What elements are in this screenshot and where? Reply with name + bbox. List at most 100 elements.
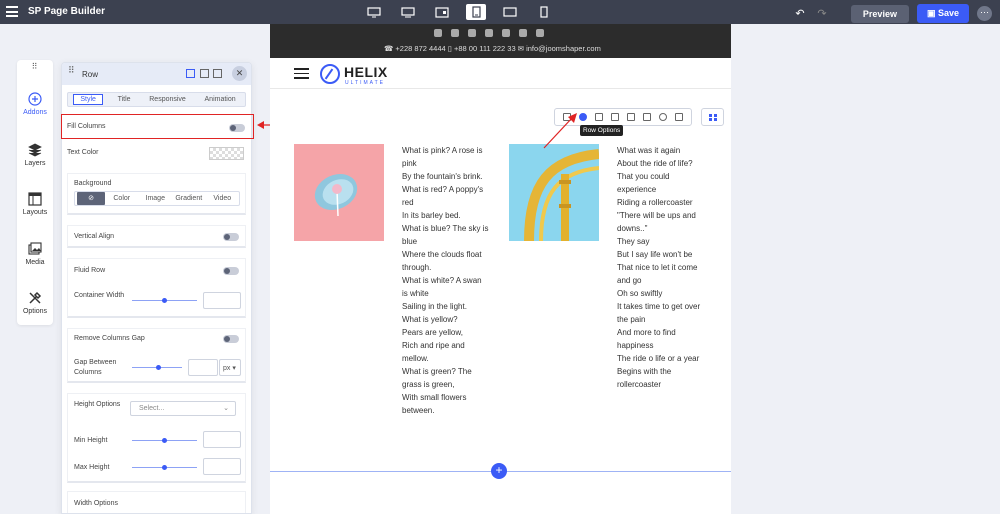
width-options-label: Width Options bbox=[74, 500, 118, 507]
max-height-knob[interactable] bbox=[162, 465, 167, 470]
site-logo-subtitle: ULTIMATE bbox=[345, 80, 385, 86]
text-color-picker[interactable] bbox=[209, 147, 244, 160]
sidebar-label-options: Options bbox=[22, 308, 48, 315]
panel-title: Row bbox=[82, 70, 99, 79]
lollipop-picture bbox=[314, 174, 358, 217]
youtube-icon[interactable] bbox=[485, 29, 493, 37]
site-menu-icon[interactable] bbox=[294, 68, 309, 79]
trash-icon[interactable] bbox=[675, 113, 683, 121]
panel-tabs: Style Title Responsive Animation bbox=[67, 92, 246, 107]
sidebar-item-options[interactable]: Options bbox=[17, 291, 53, 315]
gap-knob[interactable] bbox=[156, 365, 161, 370]
device-switcher bbox=[364, 4, 554, 20]
tab-style[interactable]: Style bbox=[73, 94, 103, 105]
height-options-label: Height Options bbox=[74, 401, 121, 408]
bg-image-option[interactable]: Image bbox=[139, 195, 173, 202]
addon-sidebar: ⠿ Addons Layers Layouts Media Options bbox=[17, 60, 53, 325]
bg-video-option[interactable]: Video bbox=[206, 195, 240, 202]
poem-pink: What is pink? A rose is pink By the foun… bbox=[402, 146, 489, 415]
gap-input[interactable] bbox=[188, 359, 218, 376]
container-width-knob[interactable] bbox=[162, 298, 167, 303]
tablet-landscape-icon[interactable] bbox=[500, 4, 520, 20]
fluid-row-toggle[interactable] bbox=[223, 267, 239, 275]
vertical-align-card: Vertical Align bbox=[67, 225, 246, 248]
sidebar-label-layouts: Layouts bbox=[22, 209, 48, 216]
min-height-input[interactable] bbox=[203, 431, 241, 448]
gap-unit-select[interactable]: px ▾ bbox=[219, 359, 241, 376]
max-height-input[interactable] bbox=[203, 458, 241, 475]
duplicate-icon[interactable] bbox=[611, 113, 619, 121]
top-actions: ↶ ↷ Preview ▣ Save ⋯ bbox=[793, 4, 992, 23]
hamburger-menu-icon[interactable] bbox=[6, 6, 18, 17]
sidebar-item-layouts[interactable]: Layouts bbox=[17, 192, 53, 216]
save-button[interactable]: ▣ Save bbox=[916, 4, 969, 23]
gear-icon[interactable] bbox=[579, 113, 587, 121]
height-options-select[interactable]: Select... ⌄ bbox=[130, 401, 236, 416]
visibility-icon[interactable] bbox=[659, 113, 667, 121]
tab-title[interactable]: Title bbox=[114, 94, 135, 105]
min-height-label: Min Height bbox=[74, 437, 108, 444]
background-type-selector: ⊘ Color Image Gradient Video bbox=[74, 191, 240, 206]
rollercoaster-image[interactable] bbox=[509, 144, 599, 241]
tab-animation[interactable]: Animation bbox=[201, 94, 240, 105]
bg-gradient-option[interactable]: Gradient bbox=[172, 195, 206, 202]
pinterest-icon[interactable] bbox=[468, 29, 476, 37]
container-width-input[interactable] bbox=[203, 292, 241, 309]
fill-columns-highlight bbox=[61, 114, 254, 139]
bg-none-option[interactable]: ⊘ bbox=[77, 192, 105, 205]
remove-gap-toggle[interactable] bbox=[223, 335, 239, 343]
height-options-value: Select... bbox=[139, 405, 165, 412]
instagram-icon[interactable] bbox=[519, 29, 527, 37]
gap-unit-value: px bbox=[223, 365, 231, 372]
container-width-label: Container Width bbox=[74, 292, 125, 299]
layout-full-icon[interactable] bbox=[186, 69, 195, 78]
fluid-row-card: Fluid Row Container Width bbox=[67, 258, 246, 318]
height-options-card: Height Options Select... ⌄ Min Height Max… bbox=[67, 393, 246, 483]
page-canvas: ☎ +228 872 4444 ▯ +88 00 111 222 33 ✉ in… bbox=[270, 24, 731, 514]
undo-icon[interactable]: ↶ bbox=[793, 7, 807, 20]
tab-responsive[interactable]: Responsive bbox=[145, 94, 190, 105]
desktop-large-icon[interactable] bbox=[364, 4, 384, 20]
layout-left-icon[interactable] bbox=[200, 69, 209, 78]
sidebar-item-addons[interactable]: Addons bbox=[17, 92, 53, 116]
mobile-icon[interactable] bbox=[534, 4, 554, 20]
sidebar-label-layers: Layers bbox=[24, 160, 46, 167]
paste-icon[interactable] bbox=[643, 113, 651, 121]
sidebar-item-media[interactable]: Media bbox=[17, 242, 53, 266]
linkedin-icon[interactable] bbox=[502, 29, 510, 37]
desktop-icon[interactable] bbox=[398, 4, 418, 20]
close-icon[interactable]: ✕ bbox=[232, 66, 247, 81]
helix-logo-icon bbox=[320, 64, 340, 84]
flickr-icon[interactable] bbox=[536, 29, 544, 37]
redo-icon[interactable]: ↷ bbox=[815, 7, 829, 20]
site-topbar: ☎ +228 872 4444 ▯ +88 00 111 222 33 ✉ in… bbox=[270, 24, 731, 58]
panel-header: ⠿ Row ✕ bbox=[62, 63, 251, 85]
copy-icon[interactable] bbox=[627, 113, 635, 121]
save-row-icon[interactable] bbox=[595, 113, 603, 121]
max-height-label: Max Height bbox=[74, 464, 110, 471]
laptop-icon[interactable] bbox=[432, 4, 452, 20]
row-options-tooltip: Row Options bbox=[580, 125, 624, 136]
tablet-icon[interactable] bbox=[466, 4, 486, 20]
site-logo-text: HELIX bbox=[344, 64, 388, 80]
layout-icon bbox=[28, 192, 42, 206]
facebook-icon[interactable] bbox=[434, 29, 442, 37]
drag-handle-icon[interactable]: ⠿ bbox=[17, 62, 53, 71]
bg-color-option[interactable]: Color bbox=[105, 195, 139, 202]
preview-button[interactable]: Preview bbox=[850, 4, 909, 23]
annotation-arrow-up-icon bbox=[543, 113, 577, 149]
sidebar-item-layers[interactable]: Layers bbox=[17, 143, 53, 167]
more-options-button[interactable]: ⋯ bbox=[977, 6, 992, 21]
vertical-align-toggle[interactable] bbox=[223, 233, 239, 241]
tools-icon bbox=[29, 291, 42, 304]
add-row-button[interactable]: + bbox=[491, 463, 507, 479]
panel-drag-icon[interactable]: ⠿ bbox=[68, 66, 75, 75]
layout-right-icon[interactable] bbox=[213, 69, 222, 78]
rollercoaster-picture bbox=[524, 149, 599, 241]
lollipop-image[interactable] bbox=[294, 144, 384, 241]
remove-gap-label: Remove Columns Gap bbox=[74, 335, 145, 342]
columns-layout-icon[interactable] bbox=[701, 108, 724, 126]
twitter-icon[interactable] bbox=[451, 29, 459, 37]
save-icon: ▣ bbox=[926, 8, 938, 18]
min-height-knob[interactable] bbox=[162, 438, 167, 443]
